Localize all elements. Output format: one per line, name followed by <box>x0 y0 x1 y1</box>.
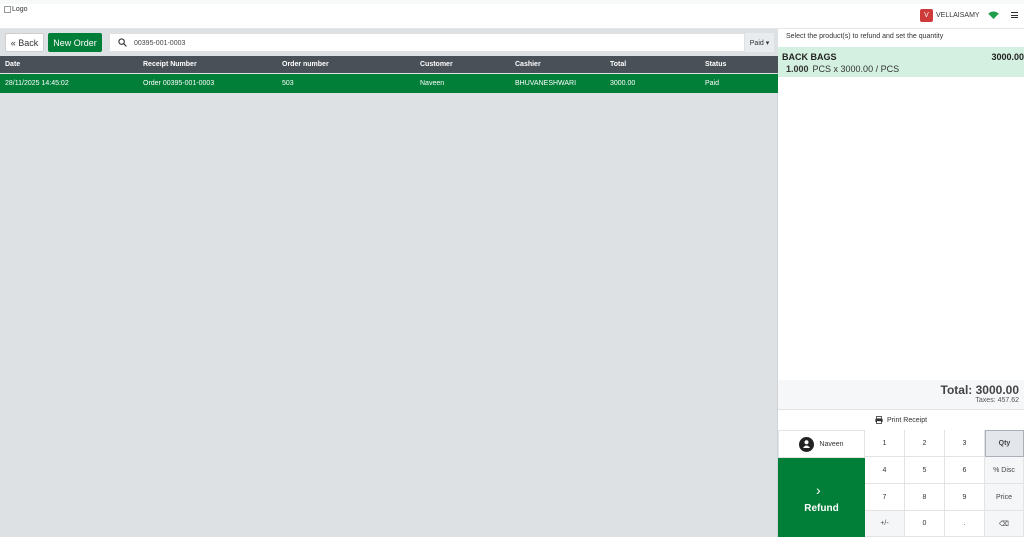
printer-icon <box>875 416 883 424</box>
top-bar: Logo V VELLAISAMY <box>0 0 1024 29</box>
refund-hint: Select the product(s) to refund and set … <box>786 33 944 40</box>
search-box[interactable] <box>109 33 745 52</box>
row-total: 3000.00 <box>610 80 636 87</box>
user-menu[interactable]: V VELLAISAMY <box>920 9 980 22</box>
column-header-customer[interactable]: Customer <box>420 56 453 73</box>
logo: Logo <box>4 6 28 13</box>
user-name: VELLAISAMY <box>936 12 980 19</box>
logo-alt-text: Logo <box>12 6 28 13</box>
row-receipt-number: Order 00395-001-0003 <box>143 80 215 87</box>
numpad-key-7[interactable]: 7 <box>865 484 905 511</box>
chevron-right-icon: › <box>816 482 821 498</box>
table-row[interactable]: 28/11/2025 14:45:02 Order 00395-001-0003… <box>0 74 778 93</box>
numpad-key-1[interactable]: 1 <box>865 430 905 457</box>
numpad-mode-discount[interactable]: % Disc <box>985 457 1024 484</box>
column-header-receipt-number[interactable]: Receipt Number <box>143 56 197 73</box>
customer-button[interactable]: Naveen <box>778 430 865 458</box>
top-strip <box>0 0 1024 4</box>
numpad-key-8[interactable]: 8 <box>905 484 945 511</box>
row-order-number: 503 <box>282 80 294 87</box>
orders-table-header: Date Receipt Number Order number Custome… <box>0 56 778 73</box>
numpad-mode-qty[interactable]: Qty <box>985 430 1024 457</box>
customer-name: Naveen <box>819 440 844 448</box>
column-header-cashier[interactable]: Cashier <box>515 56 541 73</box>
order-summary: Total: 3000.00 Taxes: 457.62 <box>778 380 1024 409</box>
refund-panel: Select the product(s) to refund and set … <box>778 29 1024 537</box>
order-line-qty-value: 1.000 <box>786 64 809 74</box>
orders-controls: « Back New Order Paid ▾ <box>0 29 778 56</box>
hamburger-menu-icon[interactable] <box>1011 12 1018 20</box>
status-filter-dropdown[interactable]: Paid ▾ <box>745 33 774 52</box>
user-avatar: V <box>920 9 933 22</box>
row-status: Paid <box>705 80 720 87</box>
row-customer: Naveen <box>420 80 445 87</box>
orders-panel: « Back New Order Paid ▾ Date Receipt Num… <box>0 29 778 537</box>
order-line-quantity: 1.000 PCS x 3000.00 / PCS <box>786 64 899 74</box>
column-header-order-number[interactable]: Order number <box>282 56 329 73</box>
row-cashier: BHUVANESHWARI <box>515 80 577 87</box>
row-date: 28/11/2025 14:45:02 <box>5 80 69 87</box>
numpad-key-plus-minus[interactable]: +/- <box>865 511 905 537</box>
refund-button[interactable]: › Refund <box>778 458 865 537</box>
print-receipt-button[interactable]: Print Receipt <box>778 409 1024 430</box>
numpad-mode-price[interactable]: Price <box>985 484 1024 511</box>
numpad-key-9[interactable]: 9 <box>945 484 985 511</box>
back-button[interactable]: « Back <box>5 33 44 52</box>
numpad-key-2[interactable]: 2 <box>905 430 945 457</box>
print-receipt-label: Print Receipt <box>886 416 928 424</box>
order-line-price: 3000.00 <box>991 52 1024 62</box>
column-header-total[interactable]: Total <box>610 56 626 73</box>
order-taxes: Taxes: 457.62 <box>975 397 1019 404</box>
order-total: Total: 3000.00 <box>940 383 1019 397</box>
search-input[interactable] <box>134 36 734 50</box>
numpad-key-decimal[interactable]: . <box>945 511 985 537</box>
search-icon <box>118 38 127 47</box>
order-line-product: BACK BAGS <box>782 52 837 62</box>
backspace-icon[interactable]: ⌫ <box>985 511 1024 537</box>
wifi-icon[interactable] <box>988 11 999 19</box>
order-line-qty-detail: PCS x 3000.00 / PCS <box>812 64 900 74</box>
numpad-key-0[interactable]: 0 <box>905 511 945 537</box>
numpad-key-3[interactable]: 3 <box>945 430 985 457</box>
numpad-key-5[interactable]: 5 <box>905 457 945 484</box>
refund-label: Refund <box>804 503 839 514</box>
refund-order-line[interactable]: BACK BAGS 3000.00 1.000 PCS x 3000.00 / P… <box>778 47 1024 77</box>
logo-image-icon <box>4 6 11 13</box>
numpad-key-4[interactable]: 4 <box>865 457 905 484</box>
user-icon <box>799 436 815 452</box>
numpad-key-6[interactable]: 6 <box>945 457 985 484</box>
column-header-date[interactable]: Date <box>5 56 20 73</box>
new-order-button[interactable]: New Order <box>48 33 102 52</box>
column-header-status[interactable]: Status <box>705 56 726 73</box>
